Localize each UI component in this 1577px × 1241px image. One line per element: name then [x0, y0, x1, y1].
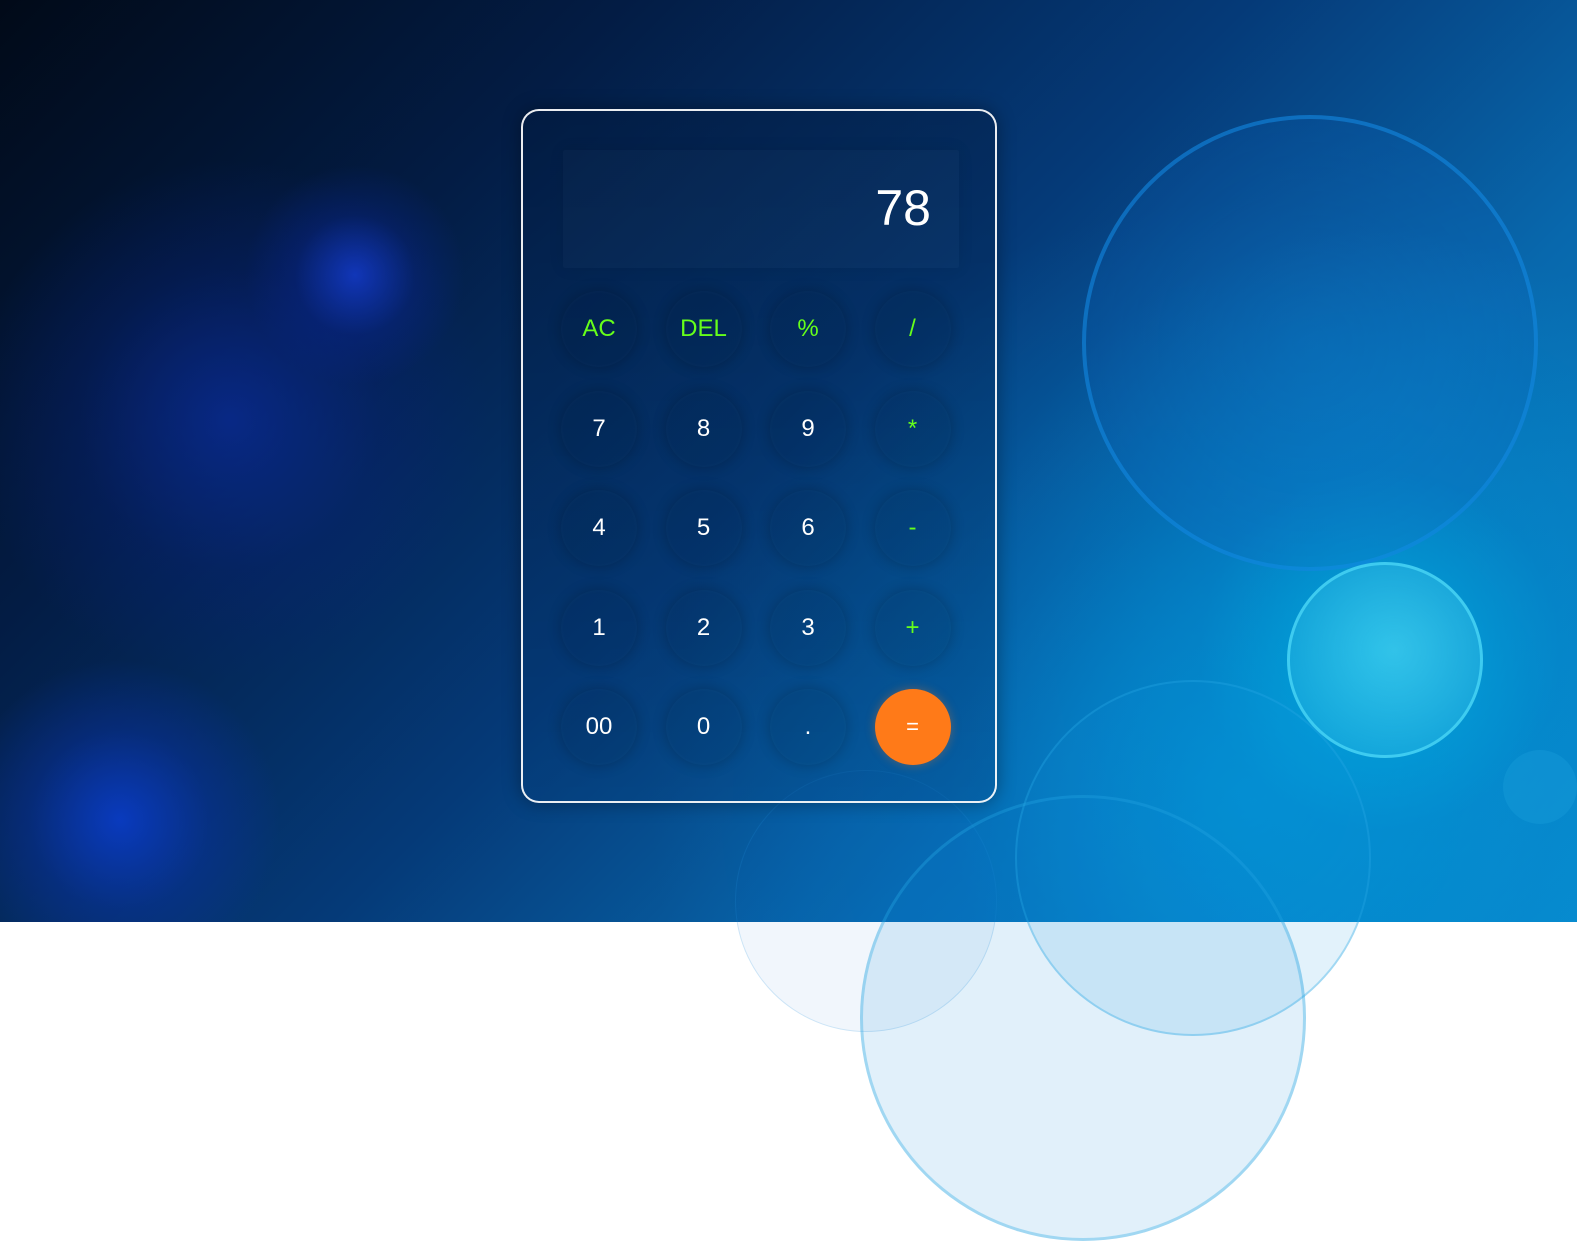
digit-5-button[interactable]: 5 [665, 490, 742, 566]
clear-button[interactable]: AC [561, 291, 637, 367]
decimal-button[interactable]: . [770, 689, 846, 765]
calculator-panel: 78 AC DEL % / 7 8 9 * 4 5 6 - 1 2 3 + 00… [521, 109, 997, 803]
multiply-button[interactable]: * [874, 390, 951, 467]
digit-2-button[interactable]: 2 [665, 589, 742, 666]
display-value: 78 [875, 180, 931, 236]
calculator-display: 78 [563, 150, 959, 268]
digit-7-button[interactable]: 7 [561, 390, 637, 467]
digit-1-button[interactable]: 1 [561, 589, 637, 666]
background-bubble [1503, 750, 1577, 824]
digit-4-button[interactable]: 4 [561, 490, 637, 566]
background-bubble [1082, 115, 1538, 571]
digit-9-button[interactable]: 9 [770, 390, 846, 467]
delete-button[interactable]: DEL [665, 291, 742, 367]
digit-3-button[interactable]: 3 [770, 589, 846, 666]
keypad: AC DEL % / 7 8 9 * 4 5 6 - 1 2 3 + 00 0 … [561, 291, 951, 765]
divide-button[interactable]: / [874, 291, 951, 367]
background-bubble [1287, 562, 1483, 758]
double-zero-button[interactable]: 00 [561, 689, 637, 765]
digit-6-button[interactable]: 6 [770, 490, 846, 566]
digit-0-button[interactable]: 0 [665, 689, 742, 765]
subtract-button[interactable]: - [874, 490, 951, 566]
percent-button[interactable]: % [770, 291, 846, 367]
add-button[interactable]: + [874, 589, 951, 666]
digit-8-button[interactable]: 8 [665, 390, 742, 467]
equals-button[interactable]: = [874, 689, 951, 765]
background-bubble [1015, 680, 1371, 1036]
